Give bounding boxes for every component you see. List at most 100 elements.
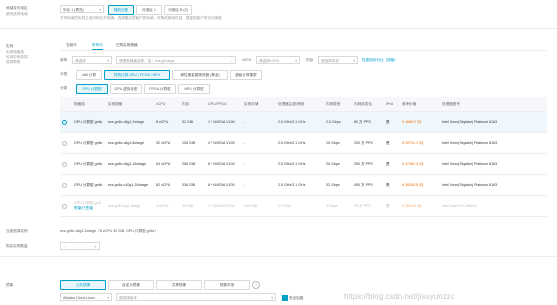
cell-vcpu: 8 vCPU [154, 111, 180, 133]
minus-icon[interactable]: － [63, 245, 67, 249]
quantity-label: 购买实例数量 [6, 244, 28, 248]
chevron-down-icon: ▾ [353, 59, 355, 63]
cell-mem: 256 GiB [180, 153, 206, 175]
tab-marketplace-image[interactable]: 镜像市场 [204, 280, 250, 290]
cell-gpu: 8 * NVIDIA V100 [206, 174, 242, 196]
category-heterogeneous-button[interactable]: 异构计算 GPU / FPGA / NPU [104, 70, 170, 80]
table-row: GPU 计算型 gn5 售罄/已售罄 ecs.gn5-c4g1.xlarge 4 … [60, 195, 547, 217]
image-label: 镜像 [6, 283, 14, 287]
os-select[interactable]: Alibaba Cloud Linux ▾ [60, 293, 112, 301]
category-label: 分类 [60, 72, 68, 76]
radio-icon[interactable] [62, 140, 67, 146]
version-placeholder: 请选择版本 [119, 296, 137, 300]
category-x86-button[interactable]: x86 计算 [76, 70, 102, 80]
col-storage: 实例存储 [242, 97, 276, 112]
selected-value: ecs.gn6v-c8g1.2xlarge（8 vCPU 32 GiB, GPU… [60, 229, 159, 233]
cell-storage: - [242, 153, 276, 175]
cell-pps: 200 万 PPS [352, 132, 384, 154]
cell-price: ¥ 37482.3 /月 [400, 153, 440, 175]
cell-cpu: Intel Xeon(Skylake) Platinum 8163 [440, 132, 547, 154]
compare-link[interactable]: 性能指标对比（规格） [362, 58, 398, 63]
table-row[interactable]: GPU 计算型 gn6v ecs.gn6v-c8g1.16xlarge 64 v… [60, 153, 547, 175]
radio-icon[interactable] [62, 161, 67, 167]
spec-search-input[interactable]: 请搜索规格名称，如：ecs.g5.large ⌕ [116, 56, 236, 64]
tab-current-gen[interactable]: 当前代 [66, 41, 77, 49]
cell-family-text: GPU 计算型 gn5 [74, 201, 101, 205]
vcpu-label: vCPU [242, 58, 252, 62]
zone-b-button[interactable]: 可用区 B (2) [164, 5, 192, 15]
region-note: 不同地域的实例之间内网互不相通；选择靠近您客户的地域，可降低网络时延、提高您客户… [60, 16, 222, 20]
cell-gpu: 8 * NVIDIA V100 [206, 153, 242, 175]
security-checkbox[interactable]: 安全加固 [282, 295, 303, 301]
search-icon: ⌕ [230, 59, 233, 63]
cell-storage: - [242, 132, 276, 154]
table-header: 规格族 实例规格 vCPU 内存 GPU/FPGA 实例存储 处理器主频/睿频 … [60, 97, 547, 112]
cell-price: ¥ 18741.1 /月 [400, 132, 440, 154]
cell-spec: ecs.gn6v-c10g1.20xlarge [106, 174, 154, 196]
category-baremetal-button[interactable]: 弹性裸金属服务器 (神龙) [172, 70, 228, 80]
cell-cpu: Intel Xeon E5-2682v4 [440, 195, 547, 217]
security-label: 安全加固 [289, 295, 304, 300]
divider [0, 28, 557, 29]
cell-mem: 30 GiB [180, 195, 206, 217]
vcpu-placeholder: 请选择vCPU [259, 59, 280, 63]
region-select[interactable]: 华北 1 (青岛) ▾ [60, 5, 104, 13]
cell-family: GPU 计算型 gn6v [72, 111, 106, 133]
col-spec: 实例规格 [106, 97, 154, 112]
region-value: 华北 1 (青岛) [63, 8, 84, 12]
version-select[interactable]: 请选择版本 ▾ [116, 293, 276, 301]
tab-all-gen[interactable]: 所有代 [92, 41, 103, 50]
cell-bandwidth: 32 Gbps [324, 174, 352, 196]
mem-select[interactable]: 请选择内存 ▾ [318, 56, 358, 64]
cell-vcpu: 82 vCPU [154, 174, 180, 196]
cell-freq: 2.5 GHz/3.1 GHz [276, 153, 324, 175]
cell-price: ¥ 3094.6 /月 [400, 195, 440, 217]
quantity-stepper[interactable]: － ＋ [60, 242, 100, 250]
chevron-down-icon: ▾ [107, 296, 109, 300]
plus-icon[interactable]: ＋ [93, 243, 97, 251]
subtype-gpu-compute-button[interactable]: GPU 计算型 [76, 84, 108, 94]
instance-link-help[interactable]: 选择帮助 [6, 60, 20, 65]
cell-freq: 2.5 GHz/3.1 GHz [276, 111, 324, 133]
col-mem: 内存 [180, 97, 206, 112]
zone-1-button[interactable]: 可用区 1 [136, 5, 162, 15]
tab-public-image[interactable]: 公共镜像 [60, 280, 106, 290]
tab-purchased[interactable]: 已购实例规格 [116, 41, 138, 49]
subtype-fpga-button[interactable]: FPGA 计算型 [144, 84, 176, 94]
subtype-gpu-virtual-button[interactable]: GPU 虚拟化型 [110, 84, 142, 94]
vcpu-select[interactable]: 请选择vCPU ▾ [256, 56, 300, 64]
category-supercompute-button[interactable]: 超级计算集群 [230, 70, 262, 80]
cell-price: ¥ 4685.2 /月 [400, 111, 440, 133]
tab-custom-image[interactable]: 自定义镜像 [108, 280, 154, 290]
subtype-npu-button[interactable]: NPU 计算型 [178, 84, 210, 94]
cell-vcpu: 32 vCPU [154, 132, 180, 154]
chevron-down-icon: ▾ [295, 59, 297, 63]
cell-ipv6: 是 [384, 174, 400, 196]
cell-cpu: Intel Xeon(Skylake) Platinum 8163 [440, 153, 547, 175]
cell-cpu: Intel Xeon(Skylake) Platinum 8163 [440, 111, 547, 133]
region-label: 地域及可用区 [6, 6, 28, 10]
tab-shared-image[interactable]: 共享镜像 [156, 280, 202, 290]
cell-storage: - [242, 174, 276, 196]
cell-gpu: 1 * NVIDIA V100 [206, 111, 242, 133]
cell-ipv6: 是 [384, 195, 400, 217]
table-row[interactable]: GPU 计算型 gn6v ecs.gn6v-c8g1.8xlarge 32 vC… [60, 132, 547, 154]
help-icon[interactable]: ? [252, 281, 260, 289]
divider [0, 256, 557, 257]
cell-gpu: 1 * NVIDIA P100 [206, 195, 242, 217]
col-cpu: 处理器型号 [440, 97, 547, 112]
zone-random-button[interactable]: 随机分配 [108, 5, 134, 15]
table-row[interactable]: GPU 计算型 gn6v ecs.gn6v-c10g1.20xlarge 82 … [60, 174, 547, 196]
spec-search-placeholder: 请搜索规格名称，如：ecs.g5.large [119, 59, 175, 63]
cell-bandwidth: 10 Gbps [324, 132, 352, 154]
cell-pps: 450 万 PPS [352, 174, 384, 196]
table-row[interactable]: GPU 计算型 gn6v ecs.gn6v-c8g1.2xlarge 8 vCP… [60, 111, 547, 133]
radio-icon[interactable] [62, 182, 67, 188]
cell-storage: 440 GiB [242, 195, 276, 217]
checkbox-checked-icon[interactable] [282, 295, 288, 301]
arch-select[interactable]: 请选择 ▾ [72, 56, 112, 64]
chevron-down-icon: ▾ [107, 59, 109, 63]
radio-selected-icon[interactable] [62, 119, 67, 125]
cell-spec: ecs.gn5-c4g1.xlarge [106, 195, 154, 217]
os-value: Alibaba Cloud Linux [63, 296, 95, 300]
